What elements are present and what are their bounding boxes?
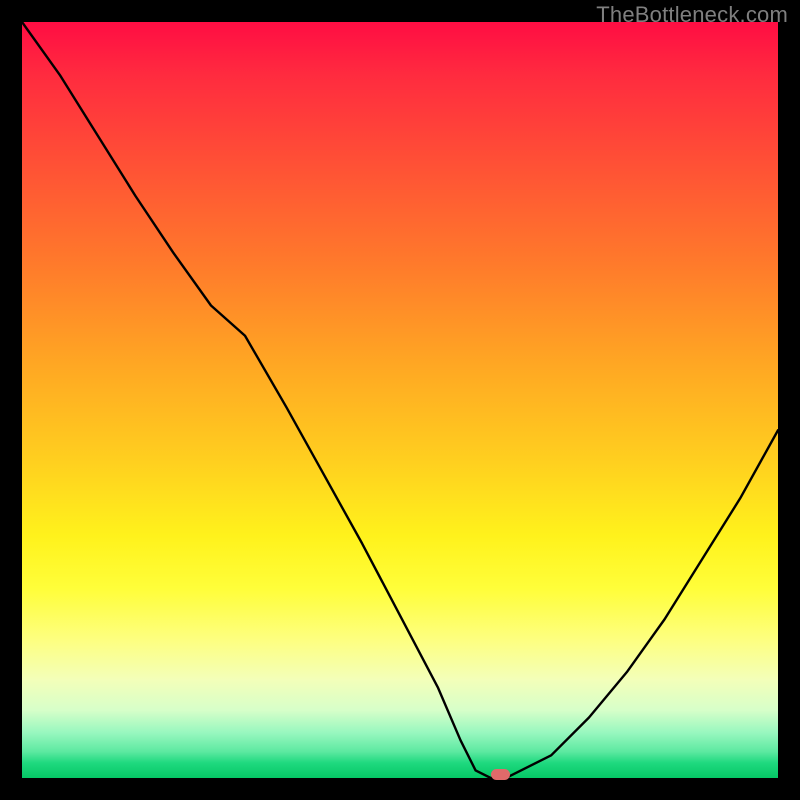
bottleneck-curve bbox=[22, 22, 778, 778]
optimal-marker bbox=[491, 769, 510, 780]
chart-frame: TheBottleneck.com bbox=[0, 0, 800, 800]
watermark-text: TheBottleneck.com bbox=[596, 2, 788, 28]
plot-area bbox=[22, 22, 778, 778]
